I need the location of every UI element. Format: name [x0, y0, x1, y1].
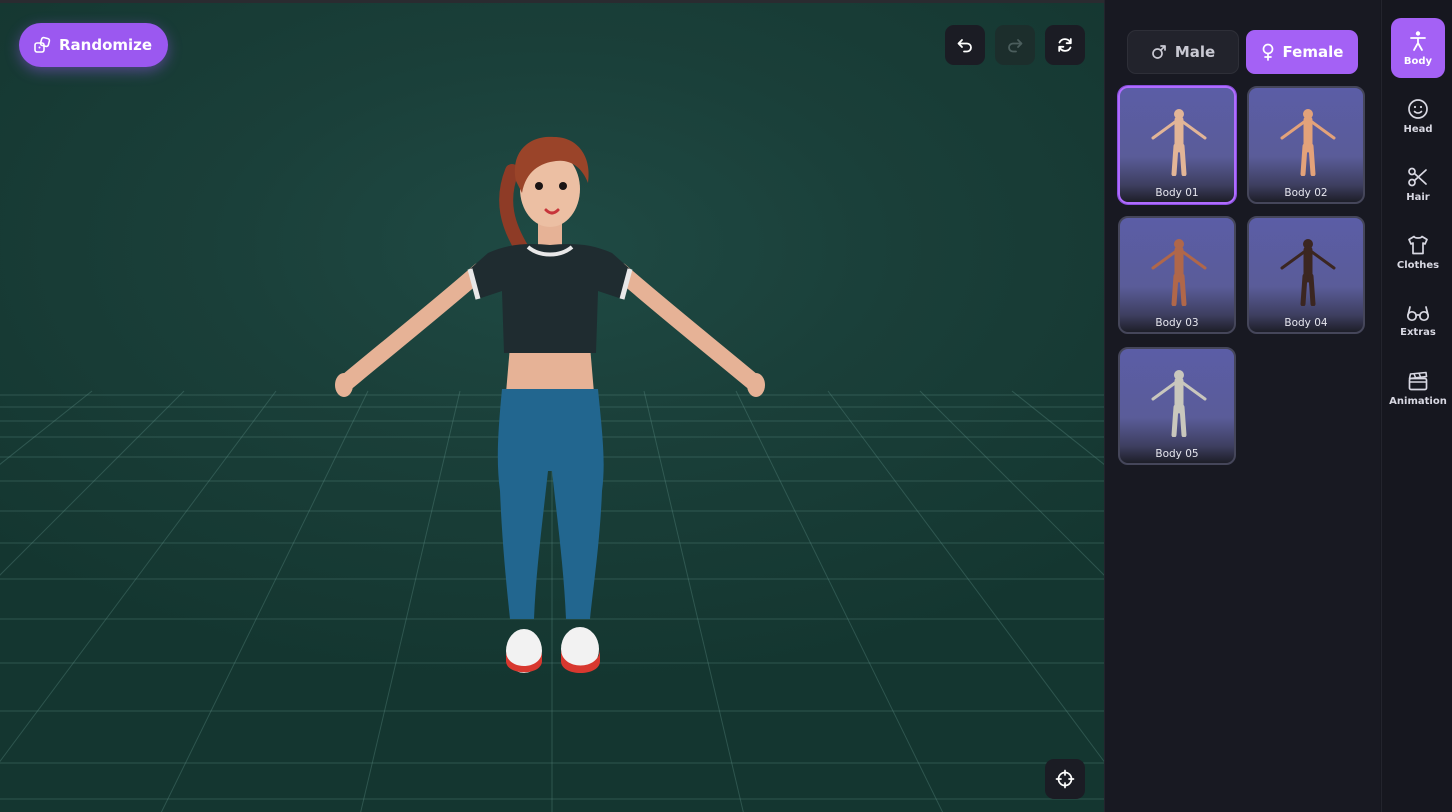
body-preview — [1151, 239, 1207, 306]
category-hair[interactable]: Hair — [1391, 154, 1445, 214]
options-panel: Male Female Body 01 Body 02 Body 03 Body… — [1104, 0, 1380, 812]
body-option-03[interactable]: Body 03 — [1118, 216, 1236, 334]
body-option-label: Body 02 — [1284, 187, 1328, 199]
glasses-icon — [1406, 305, 1430, 321]
redo-icon — [1008, 39, 1023, 53]
category-label: Body — [1403, 55, 1433, 67]
category-body[interactable]: Body — [1391, 18, 1445, 78]
male-label: Male — [1174, 43, 1216, 61]
shirt-icon — [1408, 235, 1428, 254]
category-animation[interactable]: Animation — [1389, 358, 1447, 418]
body-option-label: Body 01 — [1155, 187, 1199, 199]
avatar-viewport[interactable]: Randomize — [0, 0, 1104, 812]
category-label: Clothes — [1396, 259, 1440, 271]
dice-icon — [34, 36, 51, 53]
crosshair-icon — [1055, 769, 1075, 789]
body-option-05[interactable]: Body 05 — [1118, 347, 1236, 465]
category-clothes[interactable]: Clothes — [1391, 222, 1445, 282]
person-icon — [1410, 30, 1426, 51]
body-option-04[interactable]: Body 04 — [1247, 216, 1365, 334]
female-button[interactable]: Female — [1246, 30, 1358, 74]
female-label: Female — [1282, 43, 1344, 61]
body-option-label: Body 05 — [1155, 448, 1199, 460]
randomize-label: Randomize — [59, 36, 153, 54]
body-preview — [1280, 239, 1336, 306]
body-option-01[interactable]: Body 01 — [1118, 86, 1236, 204]
randomize-button[interactable]: Randomize — [19, 23, 169, 67]
undo-icon — [957, 39, 972, 53]
body-option-02[interactable]: Body 02 — [1247, 86, 1365, 204]
category-label: Hair — [1406, 191, 1430, 203]
smiley-icon — [1408, 98, 1428, 119]
female-symbol-icon — [1262, 43, 1273, 61]
category-label: Head — [1403, 123, 1433, 135]
body-option-label: Body 04 — [1284, 317, 1328, 329]
clapperboard-icon — [1408, 371, 1428, 390]
scissors-icon — [1408, 167, 1427, 186]
body-preview — [1280, 109, 1336, 176]
redo-button[interactable] — [995, 25, 1035, 65]
refresh-icon — [1058, 38, 1072, 52]
reset-button[interactable] — [1045, 25, 1085, 65]
recenter-button[interactable] — [1045, 759, 1085, 799]
male-button[interactable]: Male — [1127, 30, 1239, 74]
category-rail: Body Head Hair Clothes Extras Animation — [1381, 0, 1452, 812]
body-preview — [1151, 370, 1207, 437]
undo-button[interactable] — [945, 25, 985, 65]
body-preview — [1151, 109, 1207, 176]
avatar-model[interactable] — [330, 131, 770, 681]
category-label: Animation — [1389, 395, 1447, 407]
body-option-label: Body 03 — [1155, 317, 1199, 329]
category-head[interactable]: Head — [1391, 86, 1445, 146]
category-label: Extras — [1400, 326, 1436, 338]
category-extras[interactable]: Extras — [1391, 290, 1445, 350]
male-symbol-icon — [1151, 45, 1166, 59]
